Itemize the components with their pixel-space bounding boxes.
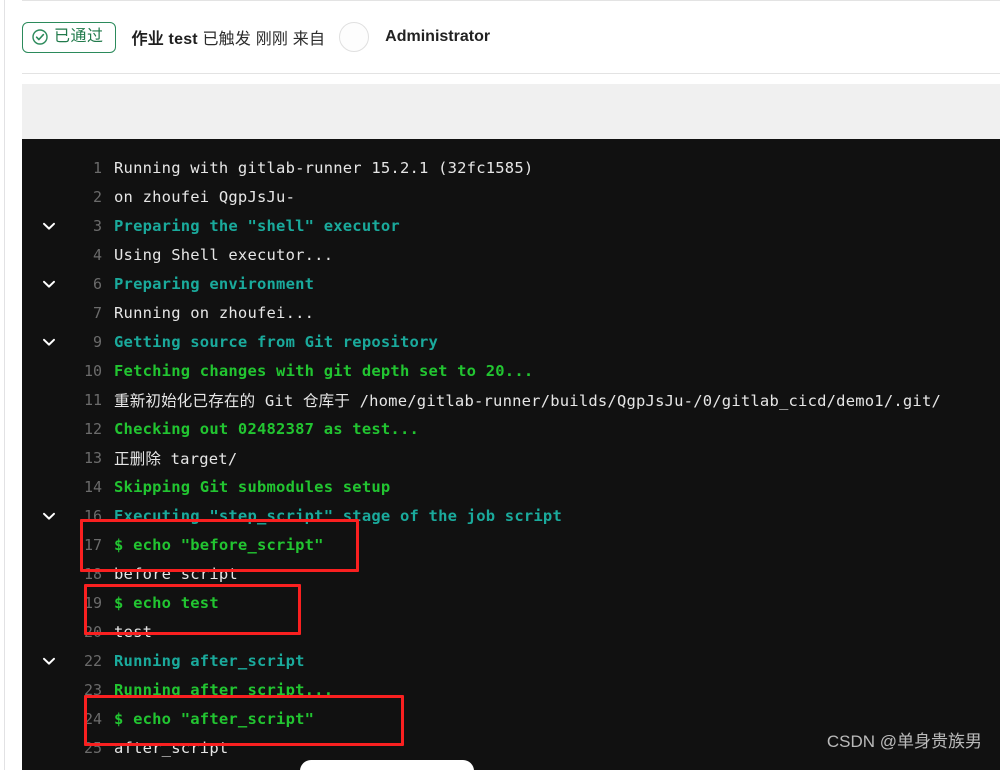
log-line: 12 Checking out 02482387 as test... (22, 414, 1000, 443)
log-line-text: Running with gitlab-runner 15.2.1 (32fc1… (114, 158, 534, 177)
log-line-number: 6 (92, 274, 102, 293)
log-line: 14 Skipping Git submodules setup (22, 472, 1000, 501)
log-line: 9 Getting source from Git repository (22, 327, 1000, 356)
log-line: 16 Executing "step_script" stage of the j… (22, 501, 1000, 530)
log-line: 11 重新初始化已存在的 Git 仓库于 /home/gitlab-runner/… (22, 385, 1000, 414)
log-line-text: 正删除 target/ (114, 449, 238, 468)
log-line-number: 13 (83, 448, 102, 467)
bottom-overlay-nub (300, 760, 474, 770)
user-name-link[interactable]: Administrator (385, 28, 490, 46)
log-line-text: $ echo "after_script" (114, 709, 315, 728)
log-line-text: Running after_script (114, 651, 305, 670)
log-line-text: before script (114, 564, 238, 583)
log-line-number: 19 (83, 593, 102, 612)
log-line: 22 Running after_script (22, 646, 1000, 675)
status-badge-label: 已通过 (54, 27, 104, 45)
log-line-text: after_script (114, 738, 229, 757)
status-badge[interactable]: 已通过 (22, 21, 116, 53)
log-line: 20 test (22, 617, 1000, 646)
log-line-number: 7 (92, 303, 102, 322)
log-line: 19 $ echo test (22, 588, 1000, 617)
chevron-down-icon[interactable] (40, 275, 58, 293)
log-line-number: 18 (83, 564, 102, 583)
job-name-label: 作业 test (131, 31, 198, 48)
check-circle-icon (32, 28, 48, 45)
log-line-number: 3 (92, 216, 102, 235)
log-line: 4 Using Shell executor... (22, 240, 1000, 269)
job-trigger-suffix: 已触发 刚刚 来自 (197, 31, 326, 48)
log-line: 18 before script (22, 559, 1000, 588)
chevron-down-icon[interactable] (40, 652, 58, 670)
log-line: 13 正删除 target/ (22, 443, 1000, 472)
job-log-page: 已通过 作业 test 已触发 刚刚 来自 Administrator 1 Run… (0, 0, 1000, 770)
log-line: 23 Running after script... (22, 675, 1000, 704)
log-line-list: 1 Running with gitlab-runner 15.2.1 (32fc… (22, 139, 1000, 770)
log-line-number: 24 (83, 709, 102, 728)
log-line-number: 23 (83, 680, 102, 699)
log-line: 17 $ echo "before_script" (22, 530, 1000, 559)
log-line-number: 10 (83, 361, 102, 380)
log-line: 1 Running with gitlab-runner 15.2.1 (32fc… (22, 153, 1000, 182)
log-line-number: 11 (83, 390, 102, 409)
job-header: 已通过 作业 test 已触发 刚刚 来自 Administrator (22, 0, 1000, 74)
log-line-number: 17 (83, 535, 102, 554)
chevron-down-icon[interactable] (40, 333, 58, 351)
log-line-number: 14 (83, 477, 102, 496)
log-line: 27Job succeeded (22, 762, 1000, 770)
log-line-text: Preparing environment (114, 274, 315, 293)
avatar[interactable] (339, 22, 370, 52)
log-line-text: Fetching changes with git depth set to 2… (114, 361, 534, 380)
log-line-text: Executing "step_script" stage of the job… (114, 506, 562, 525)
log-line-text: Running after script... (114, 680, 334, 699)
log-line-number: 16 (83, 506, 102, 525)
log-line: 3 Preparing the "shell" executor (22, 211, 1000, 240)
log-line-number: 2 (92, 187, 102, 206)
log-line: 7 Running on zhoufei... (22, 298, 1000, 327)
left-divider (4, 0, 5, 770)
chevron-down-icon[interactable] (40, 217, 58, 235)
log-line-number: 20 (83, 622, 102, 641)
log-line-text: 重新初始化已存在的 Git 仓库于 /home/gitlab-runner/bu… (114, 391, 942, 410)
log-line-number: 25 (83, 738, 102, 757)
watermark: CSDN @单身贵族男 (826, 732, 982, 751)
log-line-text: Preparing the "shell" executor (114, 216, 400, 235)
chevron-down-icon[interactable] (40, 507, 58, 525)
log-line-text: on zhoufei QgpJsJu- (114, 187, 296, 206)
job-log-terminal[interactable]: 1 Running with gitlab-runner 15.2.1 (32fc… (22, 139, 1000, 770)
log-line-text: Using Shell executor... (114, 245, 334, 264)
log-line: 10 Fetching changes with git depth set to… (22, 356, 1000, 385)
log-line-text: $ echo "before_script" (114, 535, 324, 554)
log-line-text: $ echo test (114, 593, 219, 612)
log-line-number: 12 (83, 419, 102, 438)
log-line-number: 1 (92, 158, 102, 177)
log-line-text: Checking out 02482387 as test... (114, 419, 420, 438)
log-line-text: test (114, 622, 153, 641)
log-line-text: Getting source from Git repository (114, 332, 439, 351)
log-line-number: 9 (92, 332, 102, 351)
log-line: 2 on zhoufei QgpJsJu- (22, 182, 1000, 211)
job-trigger-text: 作业 test 已触发 刚刚 来自 (132, 25, 326, 49)
log-line-text: Running on zhoufei... (114, 303, 315, 322)
log-line-number: 22 (83, 651, 102, 670)
log-line-text: Skipping Git submodules setup (114, 477, 391, 496)
log-line: 6 Preparing environment (22, 269, 1000, 298)
log-line-number: 4 (92, 245, 102, 264)
log-toolbar (22, 84, 1000, 139)
